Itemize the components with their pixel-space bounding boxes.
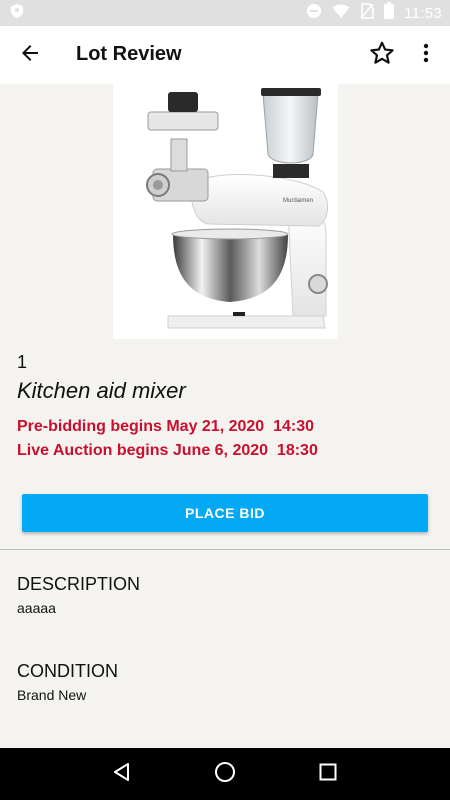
favorite-button[interactable]	[364, 37, 400, 73]
do-not-disturb-icon	[306, 3, 322, 24]
live-auction-date: Live Auction begins June 6, 2020 18:30	[17, 442, 318, 459]
pre-bidding-date: Pre-bidding begins May 21, 2020 14:30	[17, 418, 314, 435]
status-time: 11:53	[404, 4, 442, 22]
system-nav-bar	[0, 748, 450, 800]
lot-image[interactable]: Murdaimen	[113, 84, 338, 339]
description-value: aaaaa	[17, 600, 56, 616]
condition-value: Brand New	[17, 687, 87, 703]
battery-icon	[384, 2, 395, 24]
home-circle-icon	[214, 761, 236, 788]
place-bid-button[interactable]: PLACE BID	[22, 494, 428, 532]
no-sim-icon	[360, 2, 374, 24]
wifi-icon	[332, 3, 350, 24]
app-bar: Lot Review	[0, 26, 450, 84]
status-bar: 11:53	[0, 0, 450, 26]
back-triangle-icon	[112, 762, 132, 787]
lot-title: Kitchen aid mixer	[17, 378, 186, 403]
nav-home-button[interactable]	[205, 754, 245, 794]
nav-back-button[interactable]	[102, 754, 142, 794]
description-heading: DESCRIPTION	[17, 574, 141, 594]
section-divider	[0, 549, 450, 550]
condition-heading: CONDITION	[17, 661, 118, 681]
recents-square-icon	[319, 763, 337, 786]
brand-logo: Murdaimen	[283, 198, 313, 204]
more-vert-icon	[423, 43, 429, 68]
page-title: Lot Review	[76, 43, 182, 65]
stand-mixer-illustration: Murdaimen	[146, 88, 329, 329]
lot-number: 1	[17, 352, 28, 372]
star-outline-icon	[369, 40, 395, 71]
status-right: 11:53	[306, 2, 442, 24]
shield-icon	[10, 3, 24, 24]
lot-content: Murdaimen 1 Kitchen aid mixer Pre-biddin…	[0, 84, 450, 748]
back-button[interactable]	[12, 37, 48, 73]
nav-recents-button[interactable]	[308, 754, 348, 794]
status-left	[10, 3, 24, 24]
more-options-button[interactable]	[412, 37, 440, 73]
back-arrow-icon	[20, 43, 40, 68]
